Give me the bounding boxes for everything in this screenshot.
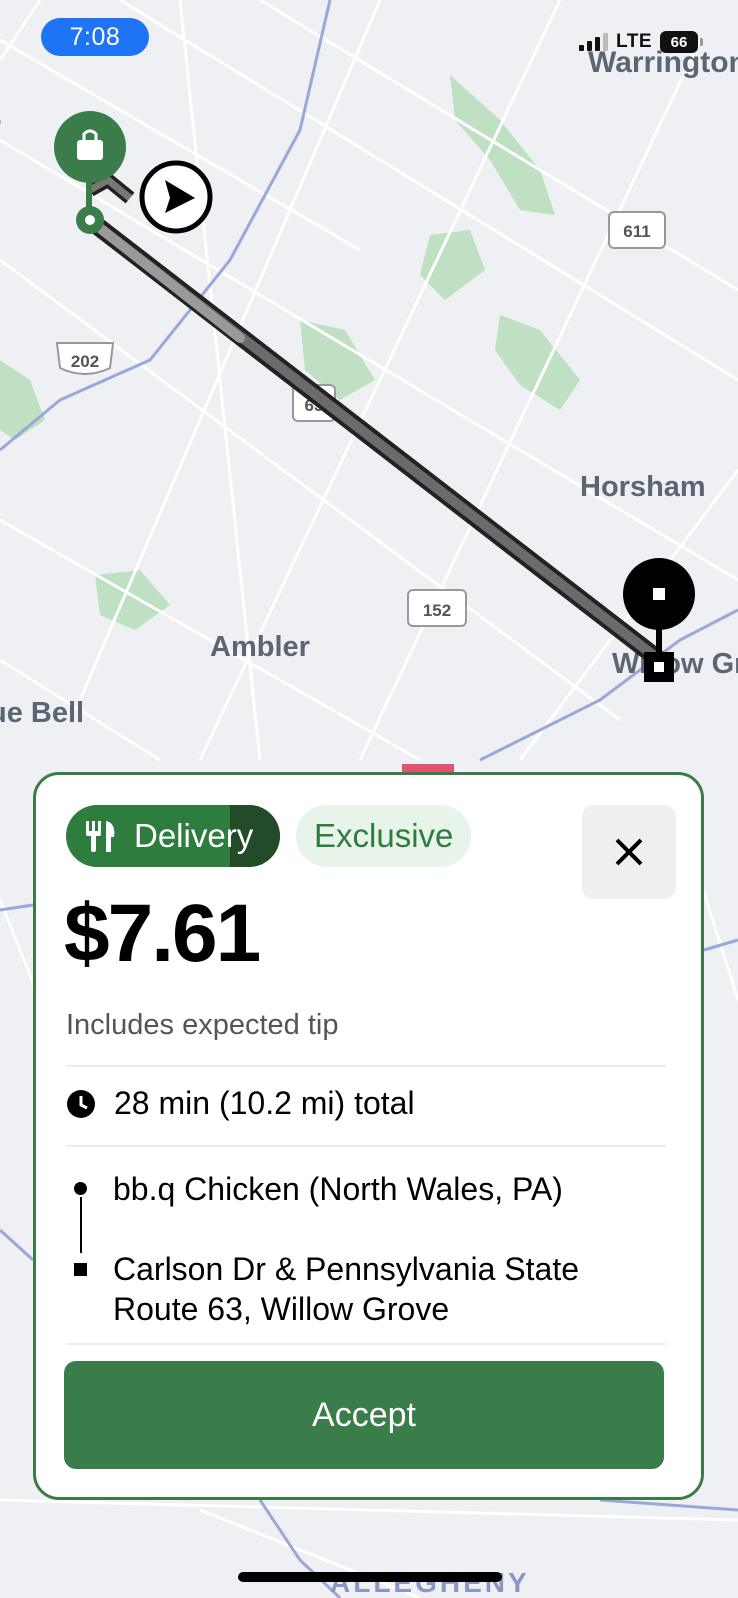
utensils-icon: [86, 821, 115, 852]
status-time: 7:08: [41, 18, 149, 56]
home-indicator[interactable]: [238, 1572, 502, 1582]
divider: [66, 1065, 666, 1067]
route-shield-152: 152: [407, 589, 467, 627]
battery-icon: 66: [660, 31, 703, 53]
offer-card: Delivery Exclusive $7.61 Includes expect…: [33, 772, 704, 1500]
delivery-badge: Delivery: [66, 805, 280, 867]
route-connector: [79, 1197, 82, 1253]
accept-button[interactable]: Accept: [64, 1361, 664, 1469]
map-poi-marker: [402, 764, 454, 772]
divider: [66, 1145, 666, 1147]
place-label-fragment: e: [0, 105, 2, 136]
exclusive-badge: Exclusive: [296, 805, 472, 867]
close-button[interactable]: [582, 805, 676, 899]
current-location-icon: [139, 160, 213, 234]
trip-summary-row: 28 min (10.2 mi) total: [66, 1085, 415, 1122]
route-shield-611-label: 611: [623, 222, 650, 241]
price-note: Includes expected tip: [66, 1009, 339, 1041]
signal-icon: [579, 33, 609, 51]
dropoff-location: Carlson Dr & Pennsylvania State Route 63…: [113, 1251, 579, 1327]
divider: [66, 1343, 666, 1345]
pickup-dot-icon: [74, 1182, 87, 1195]
delivery-label: Delivery: [134, 817, 254, 854]
route-shield-202-label: 202: [71, 352, 99, 371]
network-label: LTE: [616, 31, 652, 52]
clock-icon: [67, 1089, 95, 1118]
dropoff-square-icon: [74, 1263, 87, 1276]
pickup-location: bb.q Chicken (North Wales, PA): [113, 1171, 563, 1207]
offer-price: $7.61: [64, 888, 261, 979]
trip-summary: 28 min (10.2 mi) total: [114, 1085, 415, 1121]
place-label-blue-bell: Blue Bell: [0, 697, 84, 729]
trip-stops: bb.q Chicken (North Wales, PA) Carlson D…: [66, 1163, 666, 1327]
status-indicators: LTE 66: [579, 31, 703, 53]
close-icon: [615, 838, 643, 866]
place-label-horsham: Horsham: [580, 471, 706, 503]
route-shield-611: 611: [608, 211, 666, 249]
place-label-willow-grove: Willow Grove: [612, 648, 738, 680]
route-shield-152-label: 152: [423, 601, 451, 620]
place-label-ambler: Ambler: [210, 631, 310, 663]
route-shield-202: 202: [55, 342, 115, 375]
